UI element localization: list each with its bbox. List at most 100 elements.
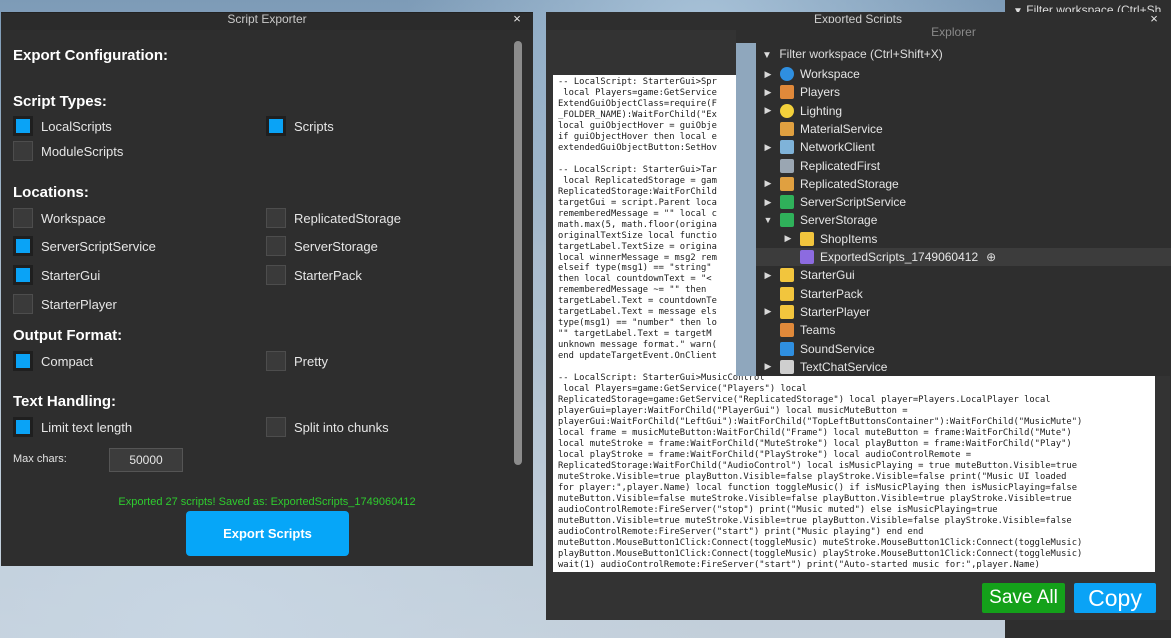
viewport-strip bbox=[736, 43, 756, 376]
tree-item-teams[interactable]: Teams bbox=[756, 321, 1171, 339]
option-workspace[interactable]: Workspace bbox=[13, 207, 106, 229]
checkbox-replicatedstorage[interactable] bbox=[266, 208, 286, 228]
tree-item-label: Lighting bbox=[800, 103, 843, 118]
chevron-right-icon[interactable]: ▶ bbox=[762, 178, 774, 189]
tree-item-players[interactable]: ▶ Players bbox=[756, 83, 1171, 101]
exporter-scrollbar[interactable] bbox=[514, 41, 522, 465]
tree-item-label: NetworkClient bbox=[800, 140, 875, 155]
option-startergui[interactable]: StarterGui bbox=[13, 264, 100, 286]
tree-item-serverscriptservice[interactable]: ▶ ServerScriptService bbox=[756, 193, 1171, 211]
explorer-title: Explorer bbox=[931, 25, 976, 39]
tree-item-label: ServerStorage bbox=[800, 213, 878, 228]
option-serverscriptservice[interactable]: ServerScriptService bbox=[13, 235, 156, 257]
exporter-title: Script Exporter bbox=[227, 12, 307, 26]
starter-player-icon bbox=[780, 304, 794, 319]
checkbox-limit-text-length[interactable] bbox=[13, 417, 33, 437]
option-label: Limit text length bbox=[41, 419, 133, 435]
checkbox-scripts[interactable] bbox=[266, 116, 286, 136]
exporter-close-button[interactable]: × bbox=[509, 11, 525, 27]
chevron-right-icon[interactable]: ▶ bbox=[762, 197, 774, 208]
checkbox-compact[interactable] bbox=[13, 351, 33, 371]
tree-item-label: StarterPlayer bbox=[800, 304, 871, 319]
explorer-filter-bar[interactable]: ▼ Filter workspace (Ctrl+Shift+X) bbox=[756, 43, 1171, 65]
option-localscripts[interactable]: LocalScripts bbox=[13, 115, 112, 137]
chevron-right-icon[interactable]: ▶ bbox=[762, 306, 774, 317]
checkbox-startergui[interactable] bbox=[13, 265, 33, 285]
exporter-titlebar[interactable]: Script Exporter bbox=[1, 13, 533, 30]
export-scripts-button[interactable]: Export Scripts bbox=[186, 511, 349, 556]
option-label: Scripts bbox=[294, 118, 334, 134]
chevron-right-icon[interactable]: ▶ bbox=[762, 87, 774, 98]
option-label: Workspace bbox=[41, 210, 106, 226]
checkbox-workspace[interactable] bbox=[13, 208, 33, 228]
checkbox-serverscriptservice[interactable] bbox=[13, 236, 33, 256]
status-message: Exported 27 scripts! Saved as: ExportedS… bbox=[118, 496, 416, 508]
tree-item-replicatedfirst[interactable]: ReplicatedFirst bbox=[756, 157, 1171, 175]
chevron-right-icon[interactable]: ▶ bbox=[762, 142, 774, 153]
checkbox-localscripts[interactable] bbox=[13, 116, 33, 136]
tree-item-workspace[interactable]: ▶ Workspace bbox=[756, 65, 1171, 83]
plus-circle-icon[interactable]: ⊕ bbox=[986, 250, 996, 264]
teams-icon bbox=[780, 323, 794, 338]
filter-input[interactable]: Filter workspace (Ctrl+Shift+X) bbox=[779, 47, 942, 61]
tree-item-starterpack[interactable]: StarterPack bbox=[756, 285, 1171, 303]
chevron-right-icon[interactable]: ▶ bbox=[782, 233, 794, 244]
network-client-icon bbox=[780, 140, 794, 155]
option-label: Pretty bbox=[294, 353, 328, 369]
tree-item-startergui[interactable]: ▶ StarterGui bbox=[756, 266, 1171, 284]
option-label: ServerScriptService bbox=[41, 238, 156, 254]
max-chars-label: Max chars: bbox=[13, 453, 67, 465]
tree-item-starterplayer[interactable]: ▶ StarterPlayer bbox=[756, 303, 1171, 321]
text-handling-heading: Text Handling: bbox=[13, 393, 117, 410]
option-scripts[interactable]: Scripts bbox=[266, 115, 334, 137]
option-replicatedstorage[interactable]: ReplicatedStorage bbox=[266, 207, 401, 229]
checkbox-split-into-chunks[interactable] bbox=[266, 417, 286, 437]
tree-item-exportedscripts-1749060412[interactable]: ExportedScripts_1749060412 ⊕ bbox=[756, 248, 1171, 266]
option-limit-text-length[interactable]: Limit text length bbox=[13, 416, 132, 438]
save-all-button[interactable]: Save All bbox=[982, 583, 1065, 613]
copy-button[interactable]: Copy bbox=[1074, 583, 1156, 613]
checkbox-serverstorage[interactable] bbox=[266, 236, 286, 256]
checkbox-modulescripts[interactable] bbox=[13, 141, 33, 161]
lightbulb-icon bbox=[780, 103, 794, 118]
replicated-storage-icon bbox=[780, 176, 794, 191]
export-config-heading: Export Configuration: bbox=[13, 47, 168, 64]
module-script-icon bbox=[800, 250, 814, 264]
tree-item-serverstorage[interactable]: ▼ ServerStorage bbox=[756, 211, 1171, 229]
tree-item-soundservice[interactable]: SoundService bbox=[756, 340, 1171, 358]
option-starterpack[interactable]: StarterPack bbox=[266, 264, 362, 286]
option-split-into-chunks[interactable]: Split into chunks bbox=[266, 416, 389, 438]
chevron-right-icon[interactable]: ▶ bbox=[762, 361, 774, 372]
script-exporter-window: Script Exporter × Export Configuration: … bbox=[1, 11, 533, 566]
tree-item-label: StarterGui bbox=[800, 268, 855, 283]
option-compact[interactable]: Compact bbox=[13, 350, 93, 372]
chevron-right-icon[interactable]: ▶ bbox=[762, 105, 774, 116]
chevron-down-icon[interactable]: ▼ bbox=[762, 215, 774, 225]
chevron-right-icon[interactable]: ▶ bbox=[762, 270, 774, 281]
checkbox-starterpack[interactable] bbox=[266, 265, 286, 285]
option-starterplayer[interactable]: StarterPlayer bbox=[13, 293, 117, 315]
starter-gui-icon bbox=[780, 268, 794, 283]
folder-icon bbox=[800, 231, 814, 246]
checkbox-starterplayer[interactable] bbox=[13, 294, 33, 314]
starter-pack-icon bbox=[780, 286, 794, 301]
option-serverstorage[interactable]: ServerStorage bbox=[266, 235, 378, 257]
tree-item-label: Teams bbox=[800, 323, 836, 338]
option-label: Split into chunks bbox=[294, 419, 389, 435]
tree-item-networkclient[interactable]: ▶ NetworkClient bbox=[756, 138, 1171, 156]
max-chars-input[interactable]: 50000 bbox=[109, 448, 183, 472]
material-service-icon bbox=[780, 121, 794, 136]
checkbox-pretty[interactable] bbox=[266, 351, 286, 371]
option-modulescripts[interactable]: ModuleScripts bbox=[13, 140, 123, 162]
tree-item-lighting[interactable]: ▶ Lighting bbox=[756, 102, 1171, 120]
option-label: StarterPlayer bbox=[41, 296, 117, 312]
tree-item-shopitems[interactable]: ▶ ShopItems bbox=[756, 230, 1171, 248]
option-label: StarterGui bbox=[41, 267, 101, 283]
chevron-right-icon[interactable]: ▶ bbox=[762, 69, 774, 80]
explorer-panel: Explorer ▼ Filter workspace (Ctrl+Shift+… bbox=[736, 23, 1171, 376]
tree-item-replicatedstorage[interactable]: ▶ ReplicatedStorage bbox=[756, 175, 1171, 193]
tree-item-materialservice[interactable]: MaterialService bbox=[756, 120, 1171, 138]
tree-item-textchatservice[interactable]: ▶ TextChatService bbox=[756, 358, 1171, 376]
tree-item-label: ShopItems bbox=[820, 231, 878, 246]
option-pretty[interactable]: Pretty bbox=[266, 350, 328, 372]
